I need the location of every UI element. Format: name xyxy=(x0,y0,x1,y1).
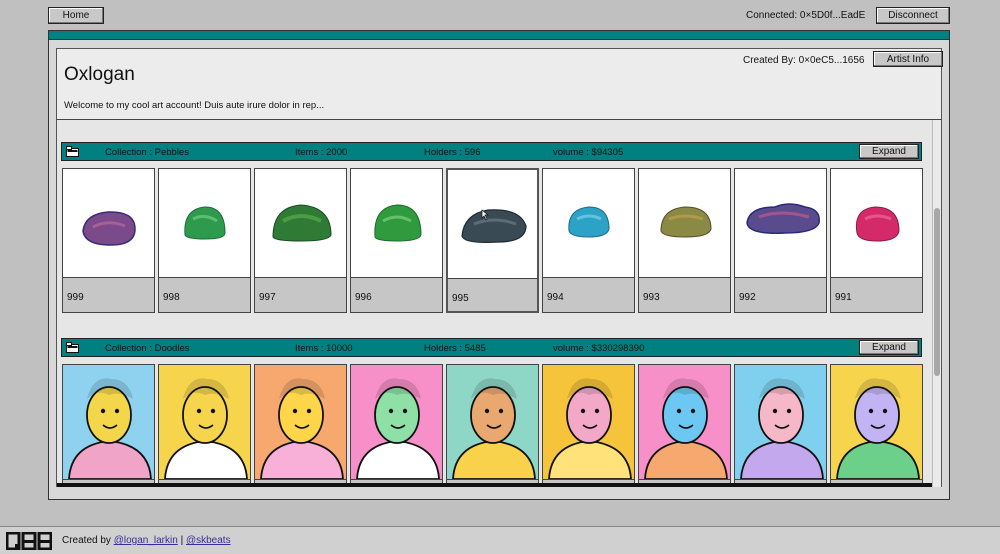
nft-id: 999 xyxy=(67,292,84,303)
nft-image xyxy=(63,365,154,480)
collection-items: Items : 2000 xyxy=(295,147,348,158)
nft-image xyxy=(447,365,538,480)
nft-row-doodles xyxy=(62,364,932,487)
collection-holders: Holders : 596 xyxy=(424,147,481,158)
disconnect-button[interactable]: Disconnect xyxy=(876,7,950,24)
nft-card[interactable] xyxy=(158,364,251,487)
nft-card[interactable]: 997 xyxy=(254,168,347,313)
nft-card[interactable]: 994 xyxy=(542,168,635,313)
nft-image xyxy=(351,169,442,277)
nft-card[interactable]: 993 xyxy=(638,168,731,313)
footer-credits: Created by @logan_larkin | @skbeats xyxy=(62,535,231,546)
nft-card[interactable] xyxy=(830,364,923,487)
nft-id: 998 xyxy=(163,292,180,303)
footer-created-by: Created by xyxy=(62,535,111,546)
wallet-connected-status: Connected: 0×5D0f...EadE xyxy=(746,10,866,21)
nft-row-pebbles: 999 998 997 996 995 994 993 992 991 xyxy=(62,168,932,315)
nft-image xyxy=(255,169,346,277)
nft-image xyxy=(639,365,730,480)
nft-card[interactable] xyxy=(350,364,443,487)
logo-icon xyxy=(6,532,52,550)
nft-card[interactable] xyxy=(62,364,155,487)
nft-image xyxy=(448,170,537,278)
folder-icon xyxy=(66,146,79,157)
collection-name: Collection : Doodles xyxy=(105,343,190,354)
nft-card[interactable] xyxy=(542,364,635,487)
nft-card[interactable]: 998 xyxy=(158,168,251,313)
collection-volume: volume : $330298390 xyxy=(553,343,645,354)
artist-address: Created By: 0×0eC5...1656 xyxy=(743,55,865,66)
nft-card[interactable]: 991 xyxy=(830,168,923,313)
nft-image xyxy=(735,365,826,480)
nft-card[interactable] xyxy=(446,364,539,487)
artist-header: Oxlogan Welcome to my cool art account! … xyxy=(56,48,943,120)
nft-image xyxy=(543,169,634,277)
scrollbar-thumb[interactable] xyxy=(934,208,940,376)
expand-button[interactable]: Expand xyxy=(859,340,919,355)
nft-id: 995 xyxy=(452,293,469,304)
nft-image xyxy=(159,365,250,480)
nft-image xyxy=(255,365,346,480)
collection-name: Collection : Pebbles xyxy=(105,147,189,158)
collections-panel: Collection : Pebbles Items : 2000 Holder… xyxy=(56,120,942,487)
nft-card[interactable]: 996 xyxy=(350,168,443,313)
nft-card[interactable] xyxy=(638,364,731,487)
collection-volume: volume : $94305 xyxy=(553,147,624,158)
collection-items: Items : 10000 xyxy=(295,343,353,354)
window-titlebar xyxy=(49,31,949,40)
footer-separator: | xyxy=(180,535,184,546)
nft-id: 991 xyxy=(835,292,852,303)
nft-id: 992 xyxy=(739,292,756,303)
nft-image xyxy=(735,169,826,277)
collection-header-doodles: Collection : Doodles Items : 10000 Holde… xyxy=(61,338,922,357)
nft-image xyxy=(543,365,634,480)
expand-button[interactable]: Expand xyxy=(859,144,919,159)
nft-card[interactable] xyxy=(734,364,827,487)
nft-id: 996 xyxy=(355,292,372,303)
footer-link-logan[interactable]: @logan_larkin xyxy=(114,535,178,546)
nft-card-selected[interactable]: 995 xyxy=(446,168,539,313)
nft-image xyxy=(63,169,154,277)
artist-info-button[interactable]: Artist Info xyxy=(873,51,943,67)
collection-holders: Holders : 5485 xyxy=(424,343,486,354)
nft-id: 997 xyxy=(259,292,276,303)
collection-header-pebbles: Collection : Pebbles Items : 2000 Holder… xyxy=(61,142,922,161)
footer: Created by @logan_larkin | @skbeats xyxy=(0,526,1000,554)
nft-id: 994 xyxy=(547,292,564,303)
nft-id: 993 xyxy=(643,292,660,303)
nft-image xyxy=(831,169,922,277)
artist-name: Oxlogan xyxy=(64,64,135,85)
nft-card[interactable]: 999 xyxy=(62,168,155,313)
artist-window: Oxlogan Welcome to my cool art account! … xyxy=(48,30,950,500)
nft-image xyxy=(831,365,922,480)
nft-image xyxy=(639,169,730,277)
artist-bio: Welcome to my cool art account! Duis aut… xyxy=(64,100,325,111)
footer-link-skbeats[interactable]: @skbeats xyxy=(186,535,231,546)
horizontal-scrollbar[interactable] xyxy=(57,483,934,487)
home-button[interactable]: Home xyxy=(48,7,104,24)
vertical-scrollbar[interactable] xyxy=(932,120,941,487)
nft-card[interactable] xyxy=(254,364,347,487)
nft-card[interactable]: 992 xyxy=(734,168,827,313)
nft-image xyxy=(351,365,442,480)
folder-icon xyxy=(66,342,79,353)
nft-image xyxy=(159,169,250,277)
